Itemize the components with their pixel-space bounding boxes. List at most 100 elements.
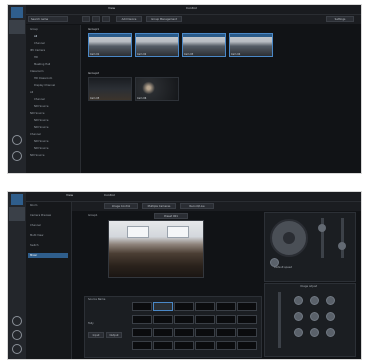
tree-item[interactable]: Channel <box>34 98 45 101</box>
grid-4-icon[interactable] <box>92 16 100 22</box>
group-title: Group2 <box>88 71 100 75</box>
level-slider[interactable] <box>278 292 281 348</box>
preset-cell[interactable] <box>174 341 194 350</box>
preset-cell[interactable] <box>132 302 152 311</box>
clock-icon[interactable] <box>12 330 22 340</box>
preset-cell[interactable] <box>237 328 257 337</box>
adjust-button[interactable] <box>294 328 303 337</box>
camera-thumbnail[interactable]: Cam 06 <box>135 77 179 101</box>
tab-control[interactable]: Control <box>186 6 197 10</box>
grid-1-icon[interactable] <box>82 16 90 22</box>
tab-view[interactable]: View <box>66 193 73 197</box>
settings-icon[interactable] <box>12 151 22 161</box>
tree-item[interactable]: All <box>34 35 37 38</box>
preset-cell[interactable] <box>153 328 173 337</box>
preset-icon[interactable] <box>12 316 22 326</box>
nav-item[interactable]: Multi View <box>30 234 43 237</box>
search-input[interactable]: Search name <box>28 16 68 22</box>
nav-item[interactable]: Switch <box>30 244 39 247</box>
preset-cell[interactable] <box>153 341 173 350</box>
tab-view[interactable]: View <box>108 6 115 10</box>
preset-cell[interactable] <box>195 341 215 350</box>
tab-control[interactable]: Control <box>104 193 115 197</box>
input-button[interactable]: Input <box>88 332 104 338</box>
tree-item[interactable]: NDI Source <box>34 147 48 150</box>
live-preview-video[interactable] <box>108 220 204 278</box>
preset-cell[interactable] <box>132 341 152 350</box>
tree-item[interactable]: NDI Source <box>34 105 48 108</box>
nav-item-selected[interactable]: Mixer <box>30 254 37 257</box>
add-device-button[interactable]: Add Device <box>116 16 142 22</box>
settings-button[interactable]: Settings <box>326 16 354 22</box>
focus-slider[interactable] <box>341 218 344 258</box>
tree-item[interactable]: NDI Source <box>34 140 48 143</box>
tree-item[interactable]: Group <box>30 28 38 31</box>
focus-knob[interactable] <box>338 242 346 250</box>
tree-item[interactable]: NDI Source <box>34 119 48 122</box>
adjust-button[interactable] <box>294 312 303 321</box>
group-management-button[interactable]: Group Management <box>146 16 182 22</box>
tally-label: Tally <box>88 322 94 325</box>
tab-image-control[interactable]: Image Control <box>104 203 138 209</box>
camera-thumbnail[interactable]: Cam 02 <box>135 33 179 57</box>
preset-cell[interactable] <box>216 315 236 324</box>
preset-cell[interactable] <box>132 315 152 324</box>
preset-select[interactable]: Preset 001 <box>154 213 188 219</box>
nav-item[interactable]: Camera Preview <box>30 214 51 217</box>
zoom-knob[interactable] <box>318 224 326 232</box>
preset-cell[interactable] <box>174 315 194 324</box>
tree-item[interactable]: Meeting Hall <box>34 63 50 66</box>
adjust-button[interactable] <box>326 328 335 337</box>
camera-thumbnail[interactable]: Cam 04 <box>229 33 273 57</box>
camera-nav-icon[interactable] <box>9 207 25 221</box>
preset-cell[interactable] <box>174 302 194 311</box>
tree-item[interactable]: NDI Source <box>30 154 44 157</box>
tree-item[interactable]: All <box>30 91 33 94</box>
group-label: Group1 <box>88 214 98 217</box>
ptz-home-button[interactable] <box>270 258 279 267</box>
preset-cell[interactable] <box>153 315 173 324</box>
nav-item[interactable]: Channel <box>30 224 41 227</box>
tab-multiple-cameras[interactable]: Multiple Cameras <box>142 203 176 209</box>
tree-item[interactable]: Channel <box>30 133 41 136</box>
app-logo <box>11 7 23 18</box>
preset-cell[interactable] <box>195 315 215 324</box>
tree-item[interactable]: HD <box>34 56 38 59</box>
ptz-direction-pad[interactable] <box>270 219 308 257</box>
adjust-button[interactable] <box>310 296 319 305</box>
tree-item[interactable]: NDI Source <box>30 112 44 115</box>
clock-icon[interactable] <box>12 135 22 145</box>
camera-thumbnail[interactable]: Cam 05 <box>88 77 132 101</box>
preset-cell[interactable] <box>195 302 215 311</box>
preset-cell[interactable] <box>216 328 236 337</box>
tree-item[interactable]: IPC Camera <box>30 49 45 52</box>
camera-nav-icon[interactable] <box>9 20 25 34</box>
output-button[interactable]: Output <box>106 332 122 338</box>
tree-item[interactable]: Display Channel <box>34 84 55 87</box>
nav-item[interactable]: Room <box>30 204 37 207</box>
tree-item[interactable]: Channel <box>34 42 45 45</box>
preset-cell[interactable] <box>237 315 257 324</box>
camera-thumbnail[interactable]: Cam 01 <box>88 33 132 57</box>
preset-cell[interactable] <box>237 341 257 350</box>
preset-cell[interactable] <box>237 302 257 311</box>
adjust-button[interactable] <box>310 312 319 321</box>
tree-item[interactable]: NDI Source <box>34 126 48 129</box>
preset-cell[interactable] <box>153 302 173 311</box>
tree-item[interactable]: Classroom <box>30 70 44 73</box>
adjust-button[interactable] <box>294 296 303 305</box>
image-adjust-title: Image Adjust <box>300 285 318 288</box>
preset-cell[interactable] <box>132 328 152 337</box>
tree-item[interactable]: HD Classroom <box>34 77 52 80</box>
preset-cell[interactable] <box>195 328 215 337</box>
preset-cell[interactable] <box>216 341 236 350</box>
preset-cell[interactable] <box>216 302 236 311</box>
adjust-button[interactable] <box>326 312 335 321</box>
camera-thumbnail[interactable]: Cam 03 <box>182 33 226 57</box>
adjust-button[interactable] <box>310 328 319 337</box>
tab-record-live[interactable]: Record/Live <box>180 203 214 209</box>
grid-9-icon[interactable] <box>102 16 110 22</box>
preset-cell[interactable] <box>174 328 194 337</box>
adjust-button[interactable] <box>326 296 335 305</box>
settings-icon[interactable] <box>12 344 22 354</box>
